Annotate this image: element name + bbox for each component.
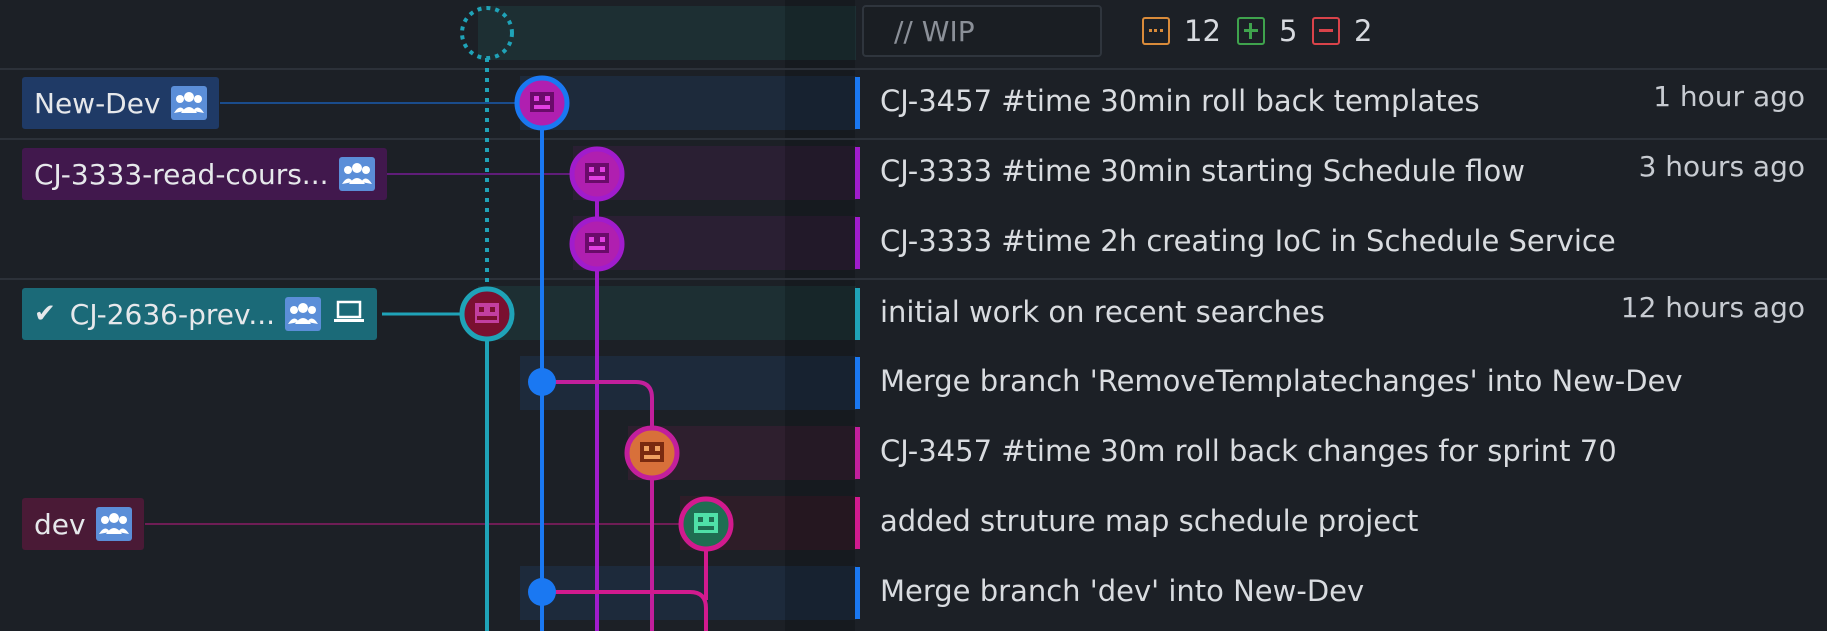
branch-ref-new-dev[interactable]: New-Dev: [22, 77, 219, 129]
laptop-icon: [333, 298, 365, 331]
avatar-node: [514, 75, 570, 131]
branch-ref-label: New-Dev: [34, 86, 161, 120]
commit-time: 1 hour ago: [1653, 80, 1805, 113]
branch-stripe: [855, 147, 860, 199]
wip-placeholder: // WIP: [894, 14, 975, 48]
branch-stripe: [855, 217, 860, 269]
commit-message[interactable]: Merge branch 'dev' into New-Dev: [880, 574, 1364, 608]
branch-stripe: [855, 497, 860, 549]
avatar-node: [678, 496, 734, 552]
file-removed-icon: [1312, 17, 1340, 45]
branch-stripe: [855, 427, 860, 479]
file-added-icon: [1237, 17, 1265, 45]
branch-ref-label: dev: [34, 507, 86, 541]
commit-message[interactable]: CJ-3333 #time 30min starting Schedule fl…: [880, 154, 1525, 188]
branch-ref-dev[interactable]: dev: [22, 498, 144, 550]
wip-node: [460, 6, 514, 60]
commit-message[interactable]: initial work on recent searches: [880, 295, 1325, 329]
avatar-node: [569, 216, 625, 272]
modified-count: 12: [1142, 14, 1221, 48]
branch-ref-cj3333[interactable]: CJ-3333-read-cours...: [22, 148, 387, 200]
branch-stripe: [855, 288, 860, 340]
commit-message[interactable]: CJ-3333 #time 2h creating IoC in Schedul…: [880, 224, 1616, 258]
check-icon: ✔: [34, 299, 56, 329]
merge-node: [528, 368, 556, 396]
wip-message-input[interactable]: // WIP: [862, 5, 1102, 57]
branch-ref-label: CJ-3333-read-cours...: [34, 157, 329, 191]
team-icon: [170, 86, 207, 120]
branch-ref-cj2636[interactable]: ✔ CJ-2636-prev...: [22, 288, 378, 340]
commit-message[interactable]: added struture map schedule project: [880, 504, 1418, 538]
team-icon: [338, 157, 375, 191]
removed-count: 2: [1312, 14, 1372, 48]
commit-message[interactable]: Merge branch 'RemoveTemplatechanges' int…: [880, 364, 1683, 398]
commit-time: 3 hours ago: [1638, 150, 1805, 183]
merge-node: [528, 578, 556, 606]
commit-time: 12 hours ago: [1620, 291, 1805, 324]
file-modified-icon: [1142, 17, 1170, 45]
avatar-node: [569, 146, 625, 202]
avatar-node: [624, 425, 680, 481]
branch-stripe: [855, 567, 860, 619]
branch-stripe: [855, 357, 860, 409]
team-icon: [285, 297, 322, 331]
branch-stripe: [855, 77, 860, 129]
added-count: 5: [1237, 14, 1297, 48]
avatar-node: [459, 286, 515, 342]
commit-message[interactable]: CJ-3457 #time 30m roll back changes for …: [880, 434, 1617, 468]
team-icon: [95, 507, 132, 541]
branch-ref-label: CJ-2636-prev...: [69, 297, 276, 331]
commit-message[interactable]: CJ-3457 #time 30min roll back templates: [880, 84, 1480, 118]
